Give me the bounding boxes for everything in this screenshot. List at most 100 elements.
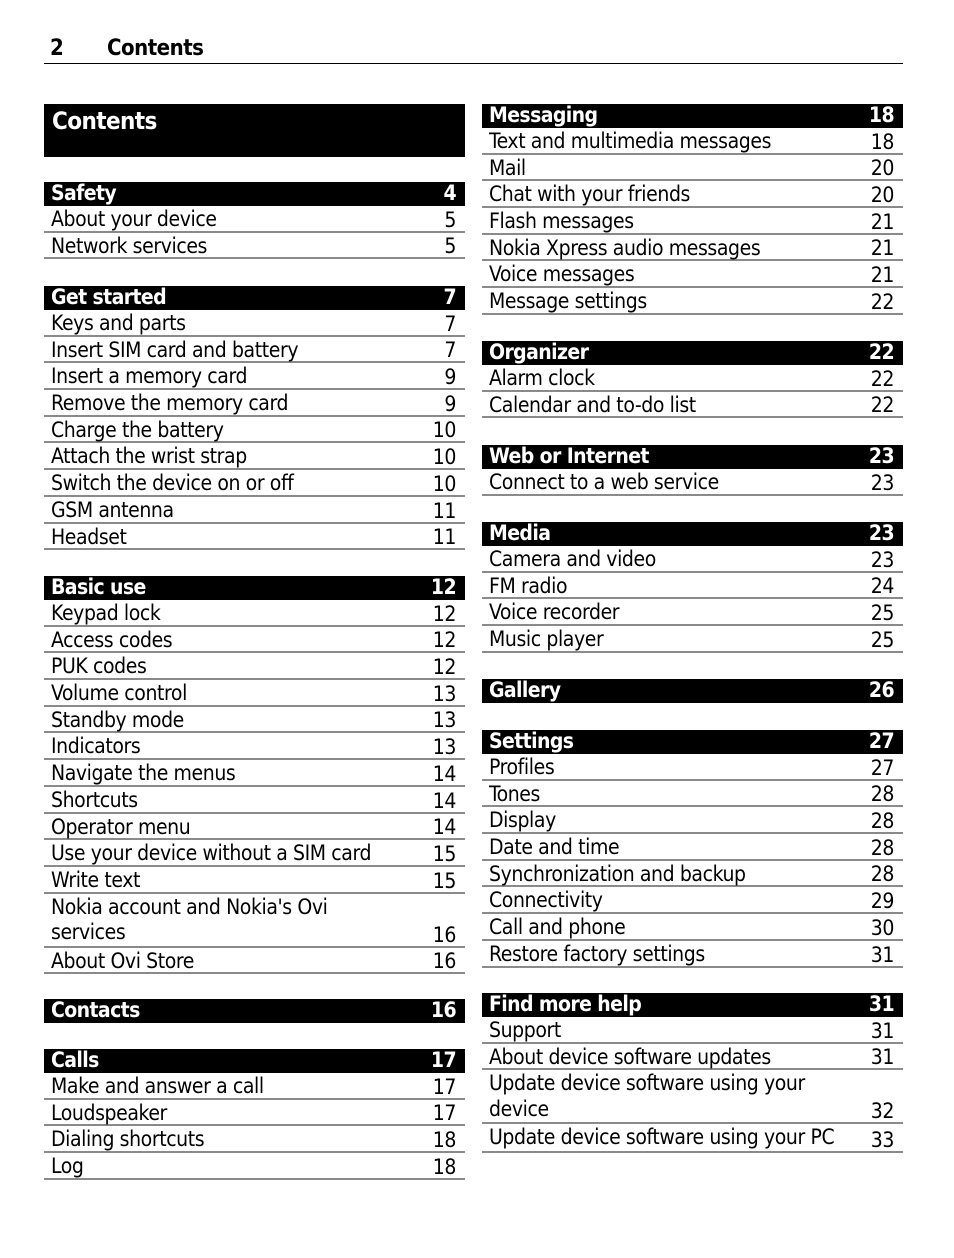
toc-entry[interactable]: Keys and parts 7 xyxy=(44,310,465,337)
toc-entry[interactable]: Music player 25 xyxy=(482,626,903,653)
toc-entry[interactable]: Remove the memory card 9 xyxy=(44,390,465,417)
toc-section-heading[interactable]: Web or Internet 23 xyxy=(482,444,903,469)
section-page-number: 12 xyxy=(430,575,457,599)
section-page-number: 31 xyxy=(868,992,895,1016)
toc-section-heading[interactable]: Settings 27 xyxy=(482,729,903,754)
entry-title: Dialing shortcuts xyxy=(51,1127,205,1152)
toc-entry[interactable]: Connectivity 29 xyxy=(482,887,903,915)
toc-entry[interactable]: Connect to a web service 23 xyxy=(482,469,903,496)
toc-entry[interactable]: Operator menu 14 xyxy=(44,814,465,841)
toc-entry[interactable]: Alarm clock 22 xyxy=(482,365,903,392)
section-title: Organizer xyxy=(489,340,589,364)
toc-section-heading[interactable]: Find more help 31 xyxy=(482,992,903,1017)
toc-entry[interactable]: Make and answer a call 17 xyxy=(44,1073,465,1100)
entry-page-number: 32 xyxy=(870,1099,895,1124)
toc-section-heading[interactable]: Gallery 26 xyxy=(482,678,903,703)
running-title: Contents xyxy=(107,36,204,61)
section-title: Gallery xyxy=(489,678,561,702)
toc-section-heading[interactable]: Media 23 xyxy=(482,521,903,546)
toc-entry[interactable]: Camera and video 23 xyxy=(482,546,903,573)
toc-entry[interactable]: Flash messages 21 xyxy=(482,208,903,235)
toc-entry[interactable]: Headset 11 xyxy=(44,524,465,551)
toc-entry[interactable]: Dialing shortcuts 18 xyxy=(44,1126,465,1154)
entry-title: Write text xyxy=(51,867,141,892)
toc-entry[interactable]: Indicators 13 xyxy=(44,733,465,761)
toc-entry[interactable]: About Ovi Store 16 xyxy=(44,948,465,975)
toc-section-heading[interactable]: Basic use 12 xyxy=(44,575,465,600)
toc-entry[interactable]: Message settings 22 xyxy=(482,288,903,315)
toc-section-heading[interactable]: Organizer 22 xyxy=(482,340,903,365)
entry-title: Date and time xyxy=(489,835,620,860)
toc-entry[interactable]: FM radio 24 xyxy=(482,573,903,600)
toc-entry[interactable]: Network services 5 xyxy=(44,233,465,260)
toc-entry[interactable]: Calendar and to-do list 22 xyxy=(482,392,903,419)
toc-entry[interactable]: Use your device without a SIM card 15 xyxy=(44,840,465,867)
contents-title-block: Contents xyxy=(44,104,465,157)
entry-page-number: 21 xyxy=(870,236,895,261)
toc-entry[interactable]: Nokia account and Nokia's Ovi services 16 xyxy=(44,894,465,948)
entry-title: Message settings xyxy=(489,289,647,314)
toc-entry[interactable]: Support 31 xyxy=(482,1017,903,1044)
toc-entry[interactable]: Standby mode 13 xyxy=(44,707,465,734)
section-page-number: 7 xyxy=(443,285,456,309)
section-page-number: 26 xyxy=(868,678,895,702)
toc-entry[interactable]: Update device software using your PC 33 xyxy=(482,1124,903,1153)
toc-entry[interactable]: Chat with your friends 20 xyxy=(482,181,903,209)
toc-entry[interactable]: Loudspeaker 17 xyxy=(44,1100,465,1127)
toc-entry[interactable]: Tones 28 xyxy=(482,781,903,808)
toc-entry[interactable]: Access codes 12 xyxy=(44,627,465,654)
entry-title: Call and phone xyxy=(489,915,626,940)
toc-entry[interactable]: Volume control 13 xyxy=(44,680,465,707)
toc-section-heading[interactable]: Safety 4 xyxy=(44,181,465,206)
toc-section: Find more help 31 Support 31 About device so… xyxy=(482,992,903,1153)
toc-section-heading[interactable]: Contacts 16 xyxy=(44,998,465,1023)
entry-page-number: 24 xyxy=(870,574,895,599)
toc-entry[interactable]: Date and time 28 xyxy=(482,834,903,861)
toc-entry[interactable]: Restore factory settings 31 xyxy=(482,941,903,968)
toc-entry[interactable]: Mail 20 xyxy=(482,155,903,182)
section-title: Safety xyxy=(51,181,117,205)
entry-page-number: 14 xyxy=(432,788,457,813)
toc-section-heading[interactable]: Messaging 18 xyxy=(482,103,903,128)
entry-page-number: 12 xyxy=(432,628,457,653)
toc-entry[interactable]: Insert SIM card and battery 7 xyxy=(44,337,465,364)
entry-title: Connectivity xyxy=(489,888,603,913)
toc-entry[interactable]: Voice recorder 25 xyxy=(482,599,903,627)
toc-entry[interactable]: Keypad lock 12 xyxy=(44,600,465,627)
toc-entry[interactable]: Switch the device on or off 10 xyxy=(44,470,465,497)
toc-entry[interactable]: Call and phone 30 xyxy=(482,914,903,941)
entry-page-number: 14 xyxy=(432,761,457,786)
entry-page-number: 13 xyxy=(432,735,457,760)
entry-page-number: 16 xyxy=(432,949,457,974)
toc-entry[interactable]: Shortcuts 14 xyxy=(44,787,465,814)
toc-entry[interactable]: Nokia Xpress audio messages 21 xyxy=(482,235,903,262)
section-page-number: 4 xyxy=(443,181,456,205)
toc-entry[interactable]: Voice messages 21 xyxy=(482,261,903,289)
toc-entry[interactable]: Synchronization and backup 28 xyxy=(482,861,903,888)
toc-entry[interactable]: Log 18 xyxy=(44,1153,465,1180)
toc-section-heading[interactable]: Calls 17 xyxy=(44,1048,465,1073)
toc-section-heading[interactable]: Get started 7 xyxy=(44,285,465,310)
toc-entry[interactable]: GSM antenna 11 xyxy=(44,497,465,524)
toc-entry[interactable]: PUK codes 12 xyxy=(44,653,465,681)
toc-entry[interactable]: Write text 15 xyxy=(44,867,465,894)
toc-entry[interactable]: Text and multimedia messages 18 xyxy=(482,128,903,155)
entry-title: Charge the battery xyxy=(51,417,224,442)
entry-title: Loudspeaker xyxy=(51,1100,167,1125)
toc-entry[interactable]: Attach the wrist strap 10 xyxy=(44,443,465,471)
entry-title: Connect to a web service xyxy=(489,470,719,494)
toc-entry[interactable]: Profiles 27 xyxy=(482,754,903,781)
entry-page-number: 20 xyxy=(870,156,895,181)
toc-entry[interactable]: Display 28 xyxy=(482,807,903,835)
entry-page-number: 12 xyxy=(432,601,457,626)
section-title: Contacts xyxy=(51,998,140,1022)
toc-entry[interactable]: Navigate the menus 14 xyxy=(44,760,465,787)
toc-entry[interactable]: Insert a memory card 9 xyxy=(44,363,465,391)
toc-entry[interactable]: Update device software using your device… xyxy=(482,1070,903,1125)
toc-entry[interactable]: About your device 5 xyxy=(44,206,465,233)
section-page-number: 22 xyxy=(868,340,895,364)
section-page-number: 16 xyxy=(430,998,457,1022)
entry-page-number: 28 xyxy=(870,782,895,807)
toc-entry[interactable]: About device software updates 31 xyxy=(482,1044,903,1071)
toc-entry[interactable]: Charge the battery 10 xyxy=(44,417,465,444)
